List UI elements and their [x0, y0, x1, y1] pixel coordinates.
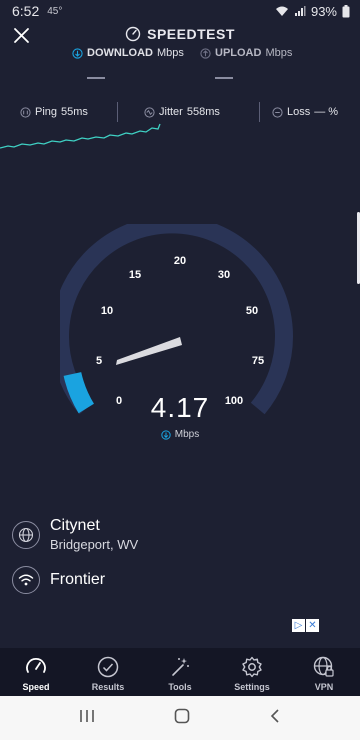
globe-icon — [18, 527, 34, 542]
loss-stat: Loss — % — [272, 106, 338, 118]
speed-unit-label: Mbps — [174, 429, 200, 440]
upload-metric: UPLOAD Mbps — [200, 47, 292, 59]
gauge-tick-30: 30 — [218, 269, 230, 281]
throughput-graph — [0, 123, 161, 149]
back-button[interactable] — [269, 708, 281, 729]
gauge-tick-10: 10 — [101, 305, 113, 317]
status-time: 6:52 — [12, 3, 40, 19]
upload-icon — [200, 47, 211, 59]
battery-percent: 93% — [310, 3, 337, 19]
status-left: 6:52 45° — [12, 3, 62, 19]
nav-speed[interactable]: Speed — [0, 648, 72, 692]
wifi-status-icon — [275, 6, 288, 16]
gauge-tick-20: 20 — [174, 255, 186, 267]
status-bar: 6:52 45° 93% — [0, 0, 360, 22]
status-right: 93% — [275, 4, 350, 19]
ad-close-icon[interactable]: ✕ — [306, 619, 319, 632]
host-info[interactable]: Frontier — [12, 566, 105, 594]
signal-icon — [294, 6, 306, 16]
brand-header: SPEEDTEST — [0, 26, 360, 42]
ping-stat: Ping 55ms — [20, 106, 88, 118]
loss-icon — [272, 106, 283, 118]
nav-speed-label: Speed — [22, 682, 50, 692]
jitter-label: Jitter — [159, 106, 183, 118]
download-label: DOWNLOAD — [87, 47, 153, 59]
isp-name: Citynet — [50, 517, 100, 534]
globe-icon-wrap — [12, 520, 40, 549]
current-speed-unit: Mbps — [0, 429, 360, 440]
gauge-tick-50: 50 — [246, 305, 258, 317]
download-icon — [72, 47, 83, 59]
ping-icon — [20, 106, 31, 118]
speed-icon — [26, 658, 46, 673]
loss-value: — % — [314, 106, 339, 118]
ad-choices[interactable]: ▷ ✕ — [292, 619, 319, 632]
nav-results[interactable]: Results — [72, 648, 144, 692]
upload-unit: Mbps — [265, 47, 293, 59]
loss-label: Loss — [287, 106, 311, 118]
wifi-icon-wrap — [12, 566, 40, 594]
home-button[interactable] — [174, 708, 190, 729]
upload-label: UPLOAD — [215, 47, 262, 59]
download-metric: DOWNLOAD Mbps — [72, 47, 184, 59]
nav-vpn[interactable]: VPN — [288, 648, 360, 692]
stats-divider — [259, 102, 260, 122]
download-unit: Mbps — [157, 47, 184, 59]
battery-icon — [342, 4, 350, 17]
nav-settings[interactable]: Settings — [216, 648, 288, 692]
recent-apps-button[interactable] — [79, 709, 95, 728]
current-speed-value: 4.17 — [150, 392, 210, 423]
jitter-value: 558ms — [186, 106, 220, 118]
nav-tools-label: Tools — [168, 682, 192, 692]
ad-info-icon[interactable]: ▷ — [292, 619, 305, 632]
nav-tools[interactable]: Tools — [144, 648, 216, 692]
vpn-globe-icon — [313, 656, 334, 677]
wifi-icon — [18, 574, 34, 586]
check-circle-icon — [97, 656, 119, 678]
upload-value-placeholder — [215, 77, 233, 79]
metrics-header: DOWNLOAD Mbps UPLOAD Mbps — [0, 47, 360, 87]
status-temp: 45° — [47, 5, 63, 17]
download-value-placeholder — [87, 77, 105, 79]
android-navigation-bar — [0, 696, 360, 740]
wand-icon — [172, 658, 189, 676]
isp-info[interactable]: Citynet Bridgeport, WV — [12, 517, 138, 552]
gauge-tick-15: 15 — [129, 269, 141, 281]
ping-value: 55ms — [61, 106, 88, 118]
gear-icon — [242, 656, 262, 678]
nav-results-label: Results — [91, 682, 125, 692]
gauge-tick-75: 75 — [252, 355, 264, 367]
back-icon — [270, 708, 279, 723]
host-name: Frontier — [50, 571, 106, 588]
speedometer-logo-icon — [125, 26, 141, 42]
jitter-stat: Jitter 558ms — [144, 106, 220, 118]
gauge-needle — [116, 337, 182, 365]
isp-text: Citynet Bridgeport, WV — [50, 517, 138, 552]
nav-settings-label: Settings — [234, 682, 270, 692]
jitter-icon — [144, 106, 155, 118]
gauge-tick-5: 5 — [96, 355, 102, 367]
ping-label: Ping — [35, 106, 58, 118]
nav-vpn-label: VPN — [314, 682, 334, 692]
bottom-navigation: Speed Results Tools Settings VPN — [0, 648, 360, 696]
home-icon — [174, 708, 190, 723]
download-small-icon — [161, 429, 171, 440]
recent-apps-icon — [80, 709, 95, 722]
isp-location: Bridgeport, WV — [50, 537, 139, 552]
app-title: SPEEDTEST — [147, 26, 235, 42]
